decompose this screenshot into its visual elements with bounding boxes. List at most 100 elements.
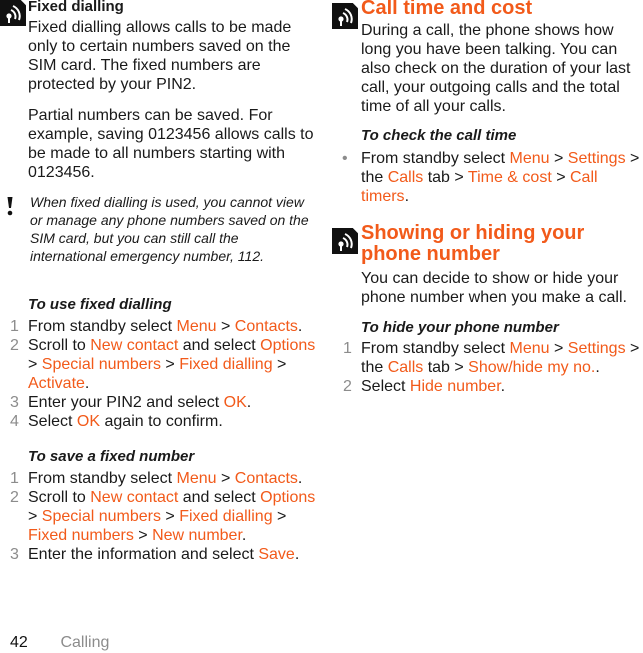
menu-path-item: Contacts xyxy=(234,318,298,335)
menu-path-item: Menu xyxy=(509,340,550,357)
menu-path-item: Time & cost xyxy=(467,169,552,186)
save-fixed-number-steps: 1 From standby select Menu > Contacts. 2 Sc… xyxy=(0,469,322,564)
step-text-fragment: > xyxy=(160,356,180,373)
note-box: When fixed dialling is used, you cannot … xyxy=(0,193,315,265)
step-number: 1 xyxy=(10,318,19,335)
step-text-fragment: > xyxy=(28,356,42,373)
step-number: 4 xyxy=(10,413,19,430)
step-text-fragment: From standby select xyxy=(28,318,177,335)
menu-path-item: Contacts xyxy=(234,470,298,487)
menu-path-item: Save xyxy=(258,546,295,563)
step-text-fragment: . xyxy=(297,318,303,335)
check-call-time-steps: • From standby select Menu > Settings > … xyxy=(330,149,643,206)
step-text-fragment: > xyxy=(272,356,287,373)
step-text-fragment: > xyxy=(28,508,42,525)
call-time-intro: During a call, the phone shows how long … xyxy=(361,22,631,115)
step-text-fragment: . xyxy=(294,546,300,563)
step-text-fragment: . xyxy=(500,378,506,395)
step-number: 3 xyxy=(10,546,19,563)
list-item: • From standby select Menu > Settings > … xyxy=(330,149,643,206)
step-text-fragment: > xyxy=(272,508,287,525)
step-text-fragment: . xyxy=(246,394,252,411)
menu-path-item: Settings xyxy=(567,150,626,167)
menu-path-item: Special numbers xyxy=(41,508,161,525)
step-text-fragment: and select xyxy=(178,489,261,506)
step-text: Scroll to New contact and select Options… xyxy=(28,337,315,392)
list-item: 4 Select OK again to confirm. xyxy=(0,412,322,431)
section-title-fixed-dialling: Fixed dialling xyxy=(28,0,124,15)
tips-signal-icon xyxy=(0,0,26,26)
step-text-fragment: again to confirm. xyxy=(100,413,223,430)
tips-signal-icon xyxy=(332,3,358,29)
step-number: 3 xyxy=(10,394,19,411)
menu-path-item: Special numbers xyxy=(41,356,161,373)
step-text-fragment: From standby select xyxy=(361,150,510,167)
page-number: 42 xyxy=(10,634,28,651)
use-fixed-dialling-steps: 1 From standby select Menu > Contacts. 2 Sc… xyxy=(0,317,322,431)
step-text-fragment: Select xyxy=(361,378,410,395)
step-text-fragment: and select xyxy=(178,337,261,354)
menu-path-item: OK xyxy=(223,394,247,411)
step-text-fragment: tab > xyxy=(423,169,468,186)
step-text-fragment: tab > xyxy=(423,359,469,376)
page-footer: 42 Calling xyxy=(10,634,109,652)
menu-path-item: Activate xyxy=(28,375,85,392)
step-text: Scroll to New contact and select Options… xyxy=(28,489,315,544)
save-fixed-number-section: To save a fixed number 1 From standby sel… xyxy=(0,448,322,564)
section-title-show-hide: Showing or hiding your phone number xyxy=(361,222,585,265)
step-text-fragment: Enter your PIN2 and select xyxy=(28,394,224,411)
step-text: From standby select Menu > Settings > th… xyxy=(361,150,639,205)
step-number: 2 xyxy=(10,489,19,506)
step-number: 1 xyxy=(10,470,19,487)
section-title-call-time: Call time and cost xyxy=(361,0,533,19)
step-text-fragment: > xyxy=(160,508,180,525)
step-text: From standby select Menu > Contacts. xyxy=(28,470,302,487)
step-number: 2 xyxy=(343,378,352,395)
step-text: Enter the information and select Save. xyxy=(28,546,299,563)
menu-path-item: Calls xyxy=(387,359,424,376)
step-text: Select Hide number. xyxy=(361,378,505,395)
list-item: 3 Enter your PIN2 and select OK. xyxy=(0,393,322,412)
list-item: 2 Scroll to New contact and select Option… xyxy=(0,336,322,393)
menu-path-item: Fixed numbers xyxy=(28,527,134,544)
menu-path-item: Settings xyxy=(567,340,626,357)
step-number: 2 xyxy=(10,337,19,354)
menu-path-item: New number xyxy=(152,527,242,544)
save-fixed-number-title: To save a fixed number xyxy=(28,448,195,465)
menu-path-item: Menu xyxy=(176,470,217,487)
use-fixed-dialling-section: To use fixed dialling 1 From standby sele… xyxy=(0,296,322,431)
menu-path-item: Menu xyxy=(509,150,550,167)
menu-path-item: Fixed dialling xyxy=(179,356,273,373)
step-text-fragment: . xyxy=(595,359,600,376)
list-item: 1 From standby select Menu > Contacts. xyxy=(0,469,322,488)
step-text-fragment: Select xyxy=(28,413,77,430)
menu-path-item: Hide number xyxy=(409,378,501,395)
menu-path-item: OK xyxy=(76,413,101,430)
menu-path-item: Options xyxy=(260,337,316,354)
step-text-fragment: > xyxy=(549,150,568,167)
list-item: 1 From standby select Menu > Contacts. xyxy=(0,317,322,336)
use-fixed-dialling-title: To use fixed dialling xyxy=(28,296,172,313)
menu-path-item: Menu xyxy=(176,318,217,335)
list-item: 2 Select Hide number. xyxy=(333,377,643,396)
step-text-fragment: . xyxy=(241,527,247,544)
step-text-fragment: > xyxy=(133,527,153,544)
step-text-fragment: Scroll to xyxy=(28,489,91,506)
list-item: 2 Scroll to New contact and select Option… xyxy=(0,488,322,545)
menu-path-item: Show/hide my no. xyxy=(468,359,596,376)
step-text-fragment: From standby select xyxy=(28,470,177,487)
step-text-fragment: > xyxy=(216,318,235,335)
menu-path-item: New contact xyxy=(90,337,179,354)
step-text-fragment: . xyxy=(404,188,410,205)
fixed-dialling-intro: Fixed dialling allows calls to be made o… xyxy=(28,19,292,93)
step-text-fragment: . xyxy=(297,470,303,487)
step-text: Enter your PIN2 and select OK. xyxy=(28,394,251,411)
step-text: From standby select Menu > Contacts. xyxy=(28,318,302,335)
note-text: When fixed dialling is used, you cannot … xyxy=(30,194,309,264)
step-text-fragment: > xyxy=(216,470,235,487)
show-hide-intro: You can decide to show or hide your phon… xyxy=(361,270,627,306)
step-text-fragment: . xyxy=(84,375,90,392)
step-text: From standby select Menu > Settings > th… xyxy=(361,340,639,376)
tips-signal-icon xyxy=(332,228,358,254)
step-text: Select OK again to confirm. xyxy=(28,413,223,430)
